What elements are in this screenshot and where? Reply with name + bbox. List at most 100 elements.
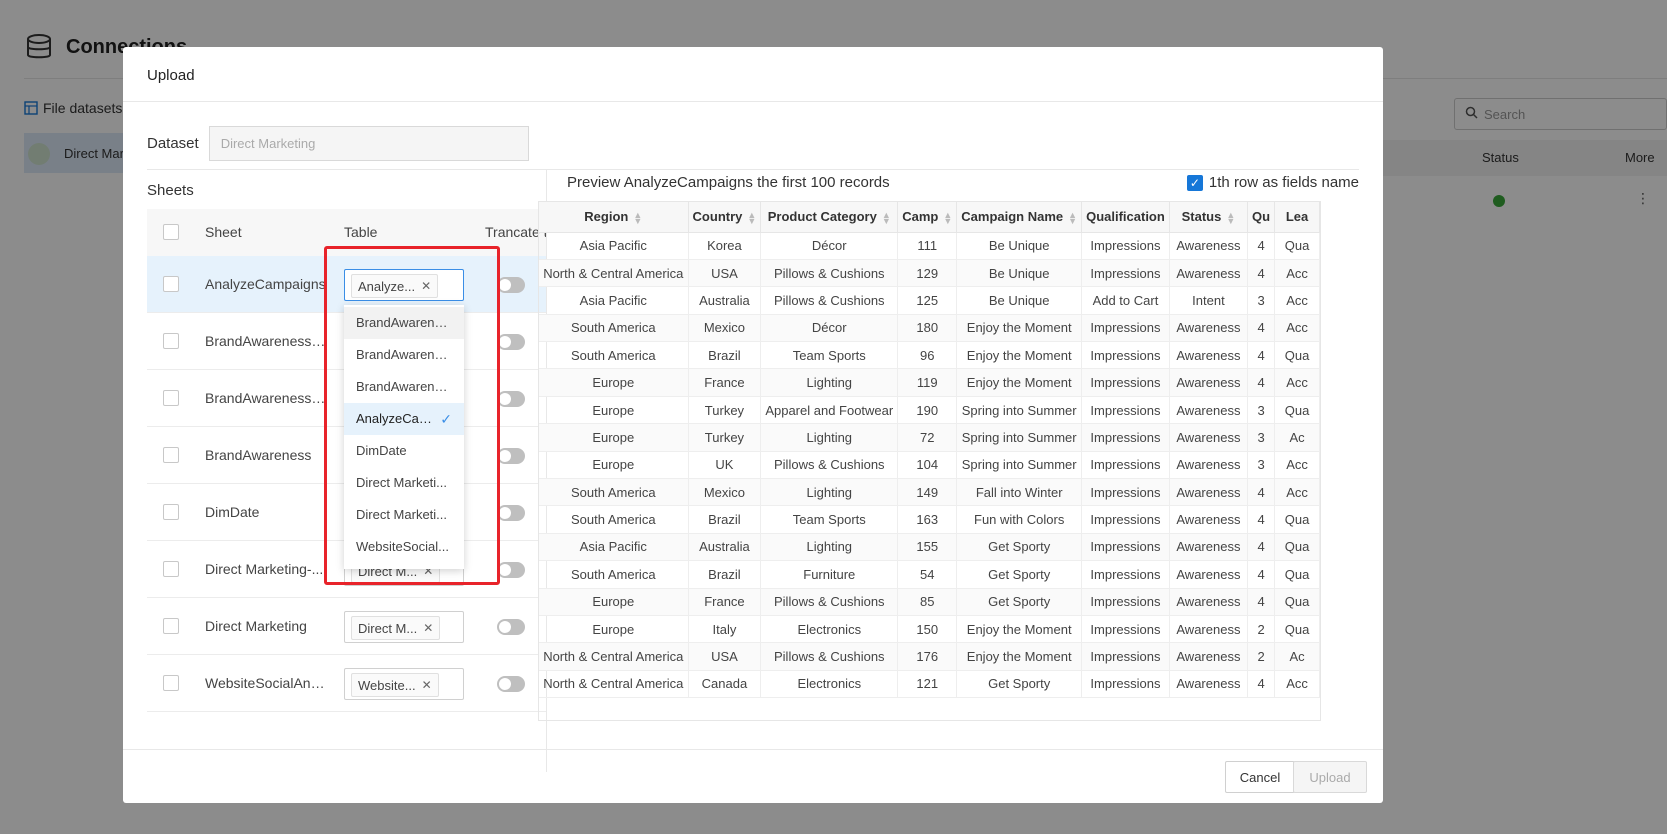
table-row: Europe Italy Electronics 150 Enjoy the Momen…	[539, 615, 1320, 644]
row-checkbox[interactable]	[163, 333, 179, 349]
table-cell: Electronics	[760, 615, 899, 644]
dropdown-option[interactable]: Direct Marketi...	[344, 499, 464, 531]
table-cell: 3	[1247, 451, 1276, 480]
table-cell: Impressions	[1081, 259, 1170, 288]
truncate-toggle[interactable]	[497, 448, 525, 464]
table-cell: Qua	[1274, 396, 1320, 425]
table-cell: Add to Cart	[1081, 286, 1170, 315]
table-cell: Acc	[1274, 286, 1320, 315]
table-cell: Awareness	[1169, 314, 1249, 343]
preview-column-header[interactable]: Qu	[1247, 202, 1276, 233]
sheet-name: AnalyzeCampaigns	[205, 276, 326, 292]
table-cell: Asia Pacific	[539, 286, 689, 315]
table-cell: Enjoy the Moment	[956, 314, 1083, 343]
dropdown-option-selected[interactable]: AnalyzeCam... ✓	[344, 403, 464, 435]
sort-icon[interactable]: ▲ ▼	[882, 210, 891, 225]
table-select[interactable]: Analyze... ✕	[344, 269, 464, 301]
dropdown-option[interactable]: BrandAwarene...	[344, 371, 464, 403]
table-cell: 4	[1247, 670, 1276, 699]
dropdown-option[interactable]: BrandAwarene...	[344, 307, 464, 339]
dataset-input[interactable]: Direct Marketing	[208, 126, 529, 161]
cancel-button[interactable]: Cancel	[1225, 761, 1295, 793]
dropdown-option[interactable]: DimDate	[344, 435, 464, 467]
upload-modal: Upload Dataset Direct Marketing Sheets S…	[123, 47, 1383, 803]
sort-icon[interactable]: ▲ ▼	[1068, 210, 1077, 225]
sort-icon[interactable]: ▲ ▼	[747, 210, 756, 225]
dropdown-option[interactable]: Direct Marketi...	[344, 467, 464, 499]
table-cell: Impressions	[1081, 478, 1170, 507]
row-checkbox[interactable]	[163, 390, 179, 406]
table-cell: 4	[1247, 259, 1276, 288]
fields-name-checkbox[interactable]: ✓ 1th row as fields name	[1186, 174, 1359, 191]
table-cell: 2	[1247, 615, 1276, 644]
dropdown-option[interactable]: BrandAwareness	[344, 339, 464, 371]
sheet-name: DimDate	[205, 504, 260, 520]
sheet-name: BrandAwarenessL...	[205, 390, 330, 406]
table-tag-label: Analyze...	[358, 278, 416, 294]
table-cell: Acc	[1274, 368, 1320, 397]
remove-tag-icon[interactable]: ✕	[423, 621, 433, 635]
table-cell: 125	[897, 286, 958, 315]
select-all-checkbox[interactable]	[163, 224, 179, 240]
row-checkbox[interactable]	[163, 561, 179, 577]
table-cell: South America	[539, 314, 689, 343]
table-select[interactable]: Website... ✕	[344, 668, 464, 700]
sheet-row[interactable]: Direct Marketing Direct M... ✕	[147, 598, 546, 655]
sheet-name: WebsiteSocialAnal...	[205, 675, 330, 691]
preview-column-header[interactable]: Camp ▲ ▼	[897, 202, 958, 233]
preview-column-header[interactable]: Lea	[1274, 202, 1320, 233]
remove-tag-icon[interactable]: ✕	[421, 279, 431, 293]
table-cell: Pillows & Cushions	[760, 259, 899, 288]
sheet-row[interactable]: WebsiteSocialAnal... Website... ✕	[147, 655, 546, 712]
truncate-toggle[interactable]	[497, 505, 525, 521]
table-cell: Awareness	[1169, 588, 1249, 616]
table-cell: Get Sporty	[956, 588, 1083, 616]
row-checkbox[interactable]	[163, 276, 179, 292]
preview-column-header[interactable]: Country ▲ ▼	[688, 202, 762, 233]
table-cell: Décor	[760, 232, 899, 260]
sort-icon[interactable]: ▲ ▼	[943, 210, 952, 225]
table-cell: Furniture	[760, 560, 899, 589]
row-checkbox[interactable]	[163, 618, 179, 634]
preview-column-header[interactable]: Status ▲ ▼	[1169, 202, 1249, 233]
truncate-toggle[interactable]	[497, 619, 525, 635]
table-cell: Brazil	[688, 505, 762, 534]
upload-button[interactable]: Upload	[1293, 761, 1367, 793]
truncate-toggle[interactable]	[497, 334, 525, 350]
sheet-name: BrandAwarenessL...	[205, 333, 330, 349]
row-checkbox[interactable]	[163, 447, 179, 463]
table-cell: Impressions	[1081, 423, 1170, 452]
remove-tag-icon[interactable]: ✕	[422, 678, 432, 692]
truncate-toggle[interactable]	[497, 562, 525, 578]
preview-column-header[interactable]: Qualification	[1081, 202, 1170, 233]
table-cell: Ac	[1274, 423, 1320, 452]
dataset-label: Dataset	[147, 135, 199, 152]
dropdown-option[interactable]: WebsiteSocial...	[344, 531, 464, 563]
table-cell: Get Sporty	[956, 670, 1083, 699]
table-select[interactable]: Direct M... ✕	[344, 611, 464, 643]
table-cell: 155	[897, 533, 958, 562]
table-tag: Direct M... ✕	[351, 616, 441, 640]
truncate-toggle[interactable]	[497, 391, 525, 407]
table-cell: Impressions	[1081, 451, 1170, 480]
truncate-toggle[interactable]	[497, 676, 525, 692]
row-checkbox[interactable]	[163, 675, 179, 691]
preview-column-header[interactable]: Region ▲ ▼	[539, 202, 689, 233]
table-cell: Awareness	[1169, 232, 1249, 260]
table-cell: Awareness	[1169, 259, 1249, 288]
table-row: South America Brazil Team Sports 163 Fun wit…	[539, 505, 1320, 534]
table-cell: 4	[1247, 588, 1276, 616]
truncate-toggle[interactable]	[497, 277, 525, 293]
sort-icon[interactable]: ▲ ▼	[633, 210, 642, 225]
table-cell: 111	[897, 232, 958, 260]
table-cell: Be Unique	[956, 286, 1083, 315]
table-row: Asia Pacific Australia Lighting 155 Get Spor…	[539, 533, 1320, 562]
row-checkbox[interactable]	[163, 504, 179, 520]
preview-column-header[interactable]: Product Category ▲ ▼	[760, 202, 899, 233]
sort-icon[interactable]: ▲ ▼	[1226, 210, 1235, 225]
preview-column-header[interactable]: Campaign Name ▲ ▼	[956, 202, 1083, 233]
modal-title: Upload	[123, 47, 1383, 102]
table-cell: Enjoy the Moment	[956, 642, 1083, 671]
sheet-column-header: Sheet	[205, 224, 242, 240]
table-tag: Website... ✕	[351, 673, 439, 697]
